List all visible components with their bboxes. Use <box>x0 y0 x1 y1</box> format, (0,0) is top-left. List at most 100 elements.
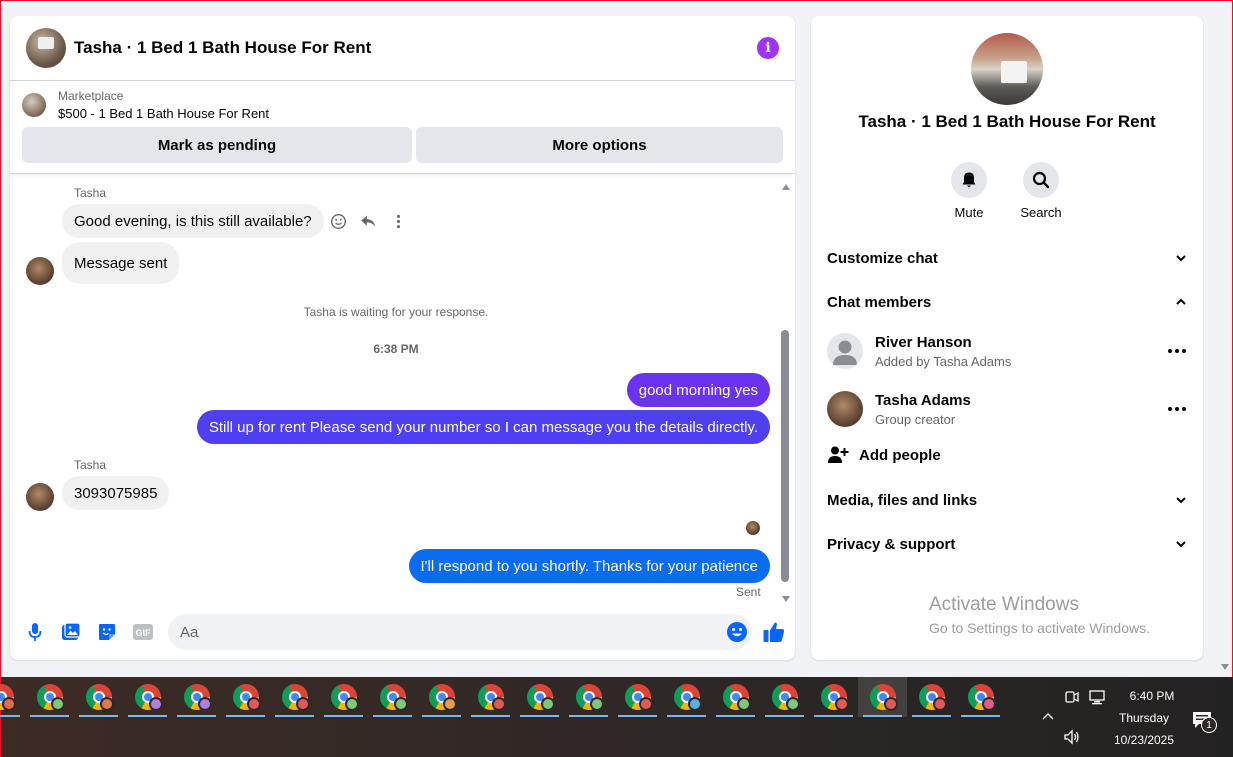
profile-badge-icon <box>884 697 898 711</box>
mute-button[interactable]: Mute <box>939 162 999 220</box>
message-scrollbar[interactable] <box>779 182 793 602</box>
sender-name: Tasha <box>74 458 107 472</box>
member-row[interactable]: River Hanson Added by Tasha Adams <box>827 329 1187 373</box>
taskbar-chrome-window[interactable] <box>123 677 172 717</box>
photo-icon[interactable] <box>60 621 82 643</box>
scroll-thumb[interactable] <box>781 330 789 582</box>
profile-badge-icon <box>492 697 506 711</box>
chat-members-section[interactable]: Chat members <box>827 287 1187 317</box>
profile-badge-icon <box>247 697 261 711</box>
taskbar-chrome-window[interactable] <box>907 677 956 717</box>
scroll-down-arrow-icon[interactable] <box>782 596 790 602</box>
mark-as-pending-button[interactable]: Mark as pending <box>22 127 412 163</box>
profile-badge-icon <box>51 697 65 711</box>
taskbar-chrome-window[interactable] <box>221 677 270 717</box>
search-button[interactable]: Search <box>1011 162 1071 220</box>
sticker-icon[interactable] <box>96 621 118 643</box>
reply-icon[interactable] <box>359 212 377 230</box>
scroll-up-arrow-icon[interactable] <box>782 184 790 190</box>
taskbar-chrome-window[interactable] <box>319 677 368 717</box>
add-people-button[interactable]: Add people <box>827 444 941 466</box>
info-avatar[interactable] <box>971 33 1043 105</box>
taskbar-chrome-window[interactable] <box>760 677 809 717</box>
volume-icon[interactable] <box>1063 729 1081 745</box>
search-icon <box>1023 162 1059 198</box>
member-row[interactable]: Tasha Adams Group creator <box>827 387 1187 431</box>
clock-day[interactable]: Thursday <box>1113 711 1175 725</box>
profile-badge-icon <box>541 697 555 711</box>
emoji-icon[interactable] <box>726 621 748 643</box>
info-icon[interactable]: i <box>757 37 779 59</box>
incoming-message[interactable]: Message sent <box>62 242 180 284</box>
thumbs-up-icon[interactable] <box>762 620 786 644</box>
watermark-subtitle: Go to Settings to activate Windows. <box>929 620 1150 636</box>
member-options-icon[interactable] <box>1167 399 1187 419</box>
meet-now-icon[interactable] <box>1065 689 1079 705</box>
profile-badge-icon <box>639 697 653 711</box>
taskbar-chrome-window[interactable] <box>25 677 74 717</box>
privacy-section[interactable]: Privacy & support <box>827 529 1187 559</box>
listing-title[interactable]: $500 - 1 Bed 1 Bath House For Rent <box>58 106 269 121</box>
microphone-icon[interactable] <box>24 621 46 643</box>
listing-thumbnail[interactable] <box>22 93 46 117</box>
customize-chat-label: Customize chat <box>827 249 938 267</box>
member-name: River Hanson <box>875 333 972 351</box>
profile-badge-icon <box>933 697 947 711</box>
show-hidden-icons-chevron-up-icon[interactable] <box>1041 711 1055 721</box>
sender-avatar[interactable] <box>26 483 54 511</box>
taskbar-chrome-window[interactable] <box>858 677 907 717</box>
incoming-message[interactable]: Good evening, is this still available? <box>62 204 324 238</box>
more-options-button[interactable]: More options <box>416 127 783 163</box>
message-input[interactable] <box>180 623 726 641</box>
taskbar-chrome-window[interactable] <box>466 677 515 717</box>
profile-badge-icon <box>590 697 604 711</box>
chat-title[interactable]: Tasha · 1 Bed 1 Bath House For Rent <box>74 38 757 58</box>
marketplace-label: Marketplace <box>58 89 124 103</box>
chat-avatar[interactable] <box>26 28 66 68</box>
network-icon[interactable] <box>1088 689 1106 705</box>
incoming-message[interactable]: 3093075985 <box>62 476 170 510</box>
taskbar-chrome-window[interactable] <box>368 677 417 717</box>
profile-badge-icon <box>345 697 359 711</box>
taskbar-chrome-window[interactable] <box>515 677 564 717</box>
composer-bar: GIF <box>10 612 795 652</box>
page-scroll-down-icon[interactable] <box>1221 664 1229 670</box>
taskbar-chrome-window[interactable] <box>662 677 711 717</box>
add-people-label: Add people <box>859 446 941 464</box>
profile-badge-icon <box>100 697 114 711</box>
message-timestamp: 6:38 PM <box>373 342 419 356</box>
taskbar-chrome-window[interactable] <box>417 677 466 717</box>
react-emoji-icon[interactable] <box>329 212 347 230</box>
profile-badge-icon <box>149 697 163 711</box>
seen-avatar <box>746 521 760 535</box>
taskbar-chrome-window[interactable] <box>0 677 25 717</box>
media-section[interactable]: Media, files and links <box>827 485 1187 515</box>
taskbar-chrome-window[interactable] <box>564 677 613 717</box>
outgoing-message[interactable]: good morning yes <box>626 373 770 407</box>
profile-badge-icon <box>786 697 800 711</box>
member-subtitle: Added by Tasha Adams <box>875 353 1012 369</box>
gif-icon[interactable]: GIF <box>132 621 154 643</box>
taskbar-chrome-window[interactable] <box>956 677 1005 717</box>
clock-time[interactable]: 6:40 PM <box>1121 689 1183 703</box>
taskbar-chrome-window[interactable] <box>172 677 221 717</box>
taskbar-chrome-window[interactable] <box>74 677 123 717</box>
default-avatar-icon <box>827 333 863 369</box>
taskbar-chrome-window[interactable] <box>270 677 319 717</box>
profile-badge-icon <box>296 697 310 711</box>
sender-name: Tasha <box>74 186 107 200</box>
taskbar-chrome-window[interactable] <box>809 677 858 717</box>
chat-header: Tasha · 1 Bed 1 Bath House For Rent i <box>10 16 795 81</box>
system-status-text: Tasha is waiting for your response. <box>303 305 489 319</box>
sender-avatar[interactable] <box>26 257 54 285</box>
customize-chat-section[interactable]: Customize chat <box>827 243 1187 273</box>
outgoing-message[interactable]: I'll respond to you shortly. Thanks for … <box>408 549 770 583</box>
taskbar-chrome-window[interactable] <box>613 677 662 717</box>
member-options-icon[interactable] <box>1167 341 1187 361</box>
outgoing-message[interactable]: Still up for rent Please send your numbe… <box>196 410 770 444</box>
more-icon[interactable] <box>389 212 407 230</box>
chevron-down-icon <box>1176 541 1186 548</box>
taskbar-chrome-window[interactable] <box>711 677 760 717</box>
add-person-icon <box>828 446 849 463</box>
clock-date[interactable]: 10/23/2025 <box>1109 733 1179 747</box>
